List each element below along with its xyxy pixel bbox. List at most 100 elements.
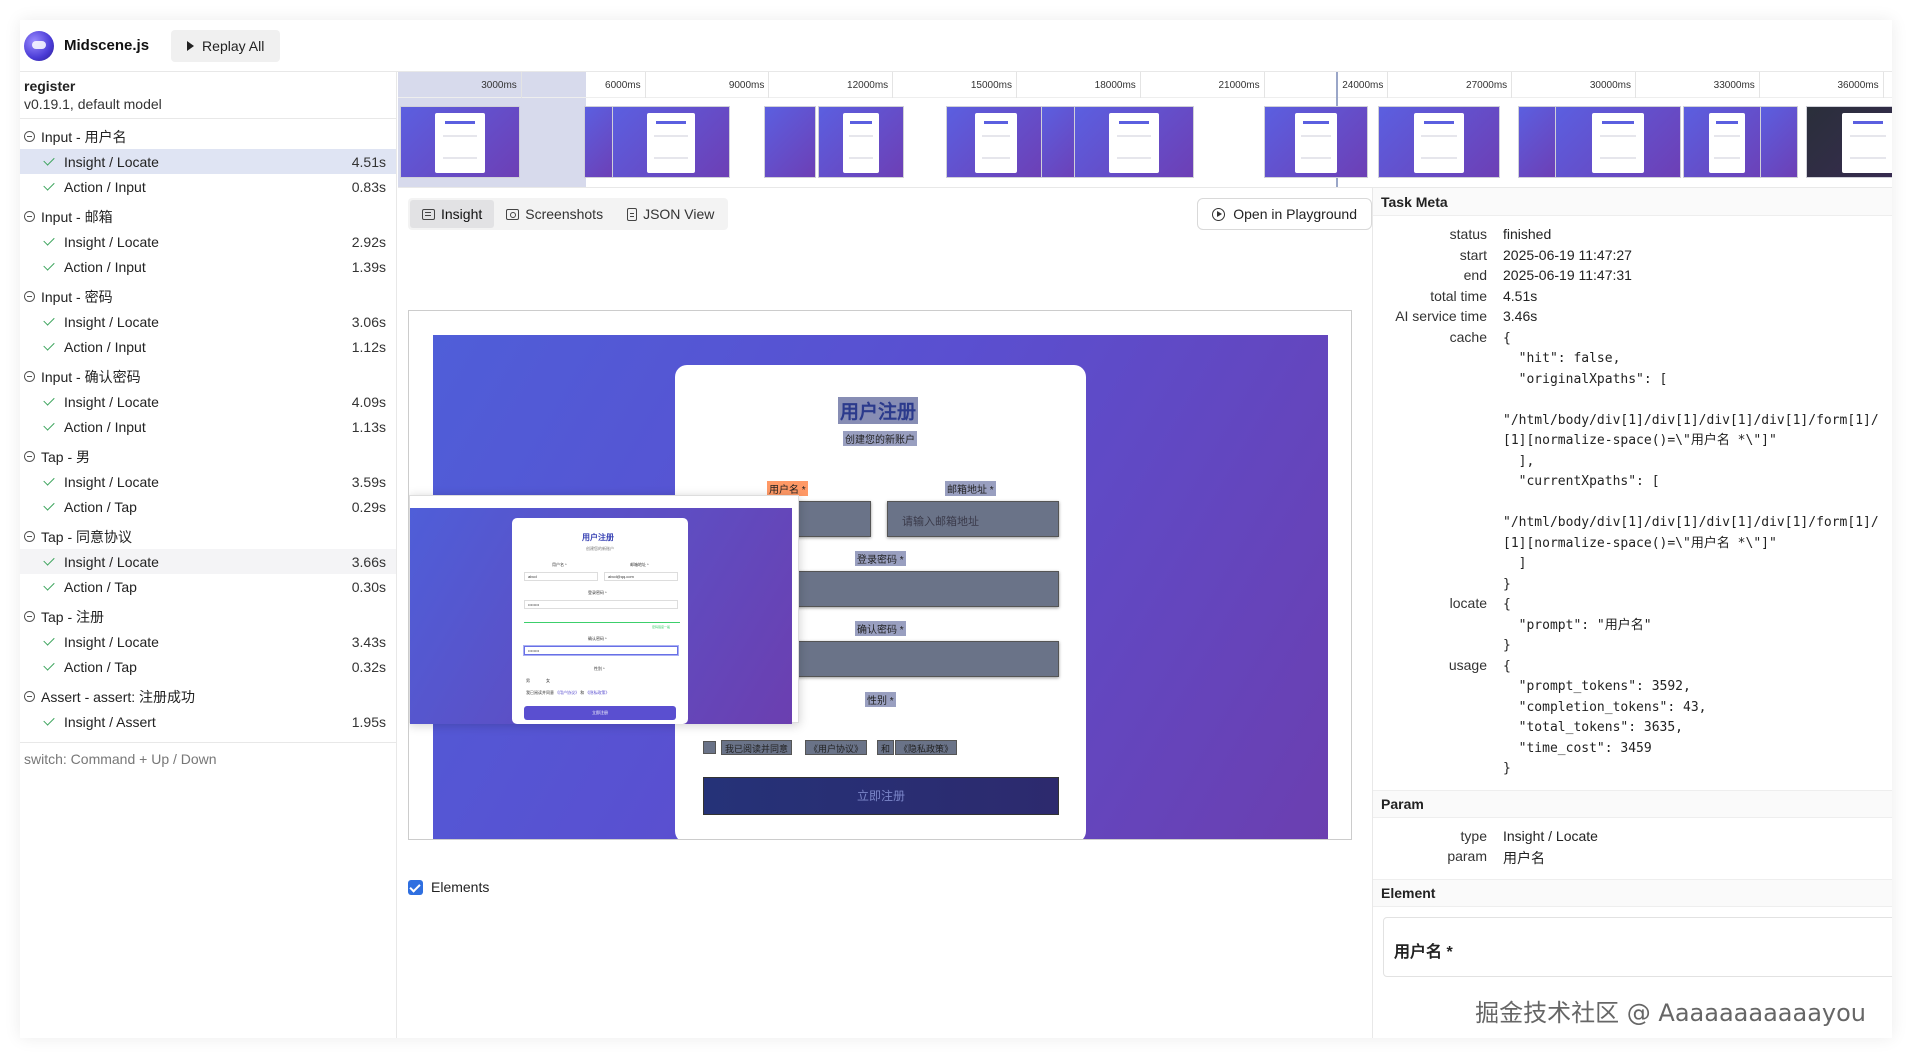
task-step[interactable]: Action / Tap 0.32s bbox=[20, 654, 396, 679]
task-step[interactable]: Insight / Locate 3.66s bbox=[20, 549, 396, 574]
username-label-highlight[interactable]: 用户名 * bbox=[767, 481, 808, 496]
task-step[interactable]: Insight / Locate 2.92s bbox=[20, 229, 396, 254]
task-step[interactable]: Insight / Locate 3.59s bbox=[20, 469, 396, 494]
timeline-thumbnail[interactable] bbox=[1378, 106, 1500, 178]
replay-all-button[interactable]: Replay All bbox=[171, 29, 281, 62]
task-group-title[interactable]: Input - 确认密码 bbox=[20, 364, 396, 389]
success-check-icon bbox=[43, 474, 55, 486]
meta-total-row: total time 4.51s bbox=[1373, 288, 1892, 309]
task-group-label: Input - 密码 bbox=[41, 288, 113, 305]
task-group-label: Input - 用户名 bbox=[41, 128, 127, 145]
timeline-thumbnail[interactable] bbox=[1683, 106, 1771, 178]
document-icon bbox=[627, 207, 638, 221]
task-step-duration: 2.92s bbox=[351, 233, 386, 250]
task-group-title[interactable]: Tap - 注册 bbox=[20, 604, 396, 629]
task-step-label: Insight / Locate bbox=[64, 313, 159, 330]
preview-subtitle: 创建您的新账户 bbox=[586, 546, 614, 551]
timeline-tick: 21000ms bbox=[1141, 72, 1265, 98]
thumbnail-card bbox=[975, 113, 1017, 173]
elements-toggle[interactable]: Elements bbox=[408, 879, 489, 895]
success-check-icon bbox=[43, 179, 55, 191]
timeline-thumbnail[interactable] bbox=[764, 106, 816, 178]
preview-user-input: abcd bbox=[524, 572, 598, 581]
success-check-icon bbox=[43, 499, 55, 511]
success-check-icon bbox=[43, 259, 55, 271]
collapse-circle-icon bbox=[24, 371, 35, 382]
timeline-thumbnail[interactable] bbox=[1518, 106, 1556, 178]
task-meta-body: status finished start 2025-06-19 11:47:2… bbox=[1373, 216, 1892, 790]
task-step[interactable]: Action / Input 1.39s bbox=[20, 254, 396, 279]
task-step[interactable]: Action / Input 1.13s bbox=[20, 414, 396, 439]
timeline-thumbnail[interactable] bbox=[400, 106, 520, 178]
task-step-duration: 0.29s bbox=[351, 498, 386, 515]
tab-screenshots[interactable]: Screenshots bbox=[494, 200, 615, 228]
timeline-thumbnail[interactable] bbox=[612, 106, 730, 178]
success-check-icon bbox=[43, 554, 55, 566]
tab-insight[interactable]: Insight bbox=[410, 200, 495, 228]
timeline-tick: 36000ms bbox=[1760, 72, 1884, 98]
collapse-circle-icon bbox=[24, 531, 35, 542]
timeline-thumbnail[interactable] bbox=[1264, 106, 1368, 178]
task-step[interactable]: Action / Input 0.83s bbox=[20, 174, 396, 199]
param-param-value: 用户名 bbox=[1503, 850, 1545, 866]
meta-usage-value: { "prompt_tokens": 3592, "completion_tok… bbox=[1503, 658, 1707, 777]
agree-text: 我已阅读并同意 bbox=[721, 740, 793, 755]
midscene-logo-icon bbox=[24, 30, 54, 61]
task-group-title[interactable]: Assert - assert: 注册成功 bbox=[20, 684, 396, 709]
task-group-title[interactable]: Tap - 同意协议 bbox=[20, 524, 396, 549]
password-strength-text: 密码强度一般 bbox=[652, 625, 671, 629]
meta-usage-key: usage bbox=[1448, 656, 1487, 673]
task-step[interactable]: Insight / Locate 3.43s bbox=[20, 629, 396, 654]
form-subtitle: 创建您的新账户 bbox=[843, 431, 917, 446]
elements-checkbox[interactable] bbox=[408, 879, 423, 895]
task-sidebar: register v0.19.1, default model Input - … bbox=[20, 72, 397, 1038]
and-text: 和 bbox=[877, 740, 895, 755]
task-step[interactable]: Action / Tap 0.30s bbox=[20, 574, 396, 599]
param-param-row: param 用户名 bbox=[1373, 848, 1892, 869]
timeline-thumbnail[interactable] bbox=[818, 106, 904, 178]
timeline-tick: 18000ms bbox=[1017, 72, 1141, 98]
task-step[interactable]: Insight / Locate 4.51s bbox=[20, 149, 396, 174]
task-step[interactable]: Action / Input 1.12s bbox=[20, 334, 396, 359]
task-step-duration: 1.12s bbox=[351, 338, 386, 355]
param-heading: Param bbox=[1373, 789, 1892, 818]
success-check-icon bbox=[43, 579, 55, 591]
preview-password-label: 登录密码 * bbox=[588, 590, 607, 595]
param-param-key: param bbox=[1447, 848, 1487, 864]
view-tabs: Insight Screenshots JSON View bbox=[408, 198, 729, 230]
timeline-thumbnail[interactable] bbox=[946, 106, 1046, 178]
task-group-title[interactable]: Input - 用户名 bbox=[20, 124, 396, 149]
task-step-label: Insight / Locate bbox=[64, 633, 159, 650]
preview-agree: 我已阅读并同意 《用户协议》 和 《隐私政策》 bbox=[526, 690, 609, 696]
task-step-label: Action / Input bbox=[64, 418, 146, 435]
meta-cache-value: { "hit": false, "originalXpaths": [ "/ht… bbox=[1503, 330, 1879, 592]
collapse-circle-icon bbox=[24, 611, 35, 622]
task-step-label: Insight / Locate bbox=[64, 393, 159, 410]
timeline[interactable]: 3000ms 6000ms 9000ms 12000ms 15000ms 18000ms 2… bbox=[398, 72, 1892, 188]
privacy-link: 《隐私政策》 bbox=[895, 740, 958, 755]
task-step[interactable]: Action / Tap 0.29s bbox=[20, 494, 396, 519]
task-step[interactable]: Insight / Assert 1.95s bbox=[20, 709, 396, 734]
task-group-title[interactable]: Input - 密码 bbox=[20, 284, 396, 309]
agree-checkbox-box bbox=[703, 741, 716, 754]
task-step[interactable]: Insight / Locate 4.09s bbox=[20, 389, 396, 414]
task-group-label: Tap - 注册 bbox=[41, 608, 105, 625]
task-group-title[interactable]: Input - 邮箱 bbox=[20, 204, 396, 229]
tab-json-view[interactable]: JSON View bbox=[615, 200, 726, 228]
success-check-icon bbox=[43, 659, 55, 671]
timeline-thumbnail[interactable] bbox=[1806, 106, 1892, 178]
timeline-thumbnail[interactable] bbox=[1074, 106, 1194, 178]
param-type-value: Insight / Locate bbox=[1503, 827, 1598, 844]
brand-name: Midscene.js bbox=[64, 37, 150, 54]
preview-agree-text: 我已阅读并同意 bbox=[526, 690, 554, 695]
task-step[interactable]: Insight / Locate 3.06s bbox=[20, 309, 396, 334]
timeline-thumbnail[interactable] bbox=[1760, 106, 1798, 178]
thumbnail-card bbox=[435, 113, 485, 173]
meta-end-value: 2025-06-19 11:47:31 bbox=[1503, 267, 1632, 283]
timeline-thumbnail[interactable] bbox=[1555, 106, 1681, 178]
task-step-duration: 4.09s bbox=[351, 393, 386, 410]
open-in-playground-button[interactable]: Open in Playground bbox=[1197, 198, 1372, 230]
task-group-title[interactable]: Tap - 男 bbox=[20, 444, 396, 469]
task-step-label: Insight / Assert bbox=[64, 713, 156, 730]
element-heading: Element bbox=[1373, 878, 1892, 907]
